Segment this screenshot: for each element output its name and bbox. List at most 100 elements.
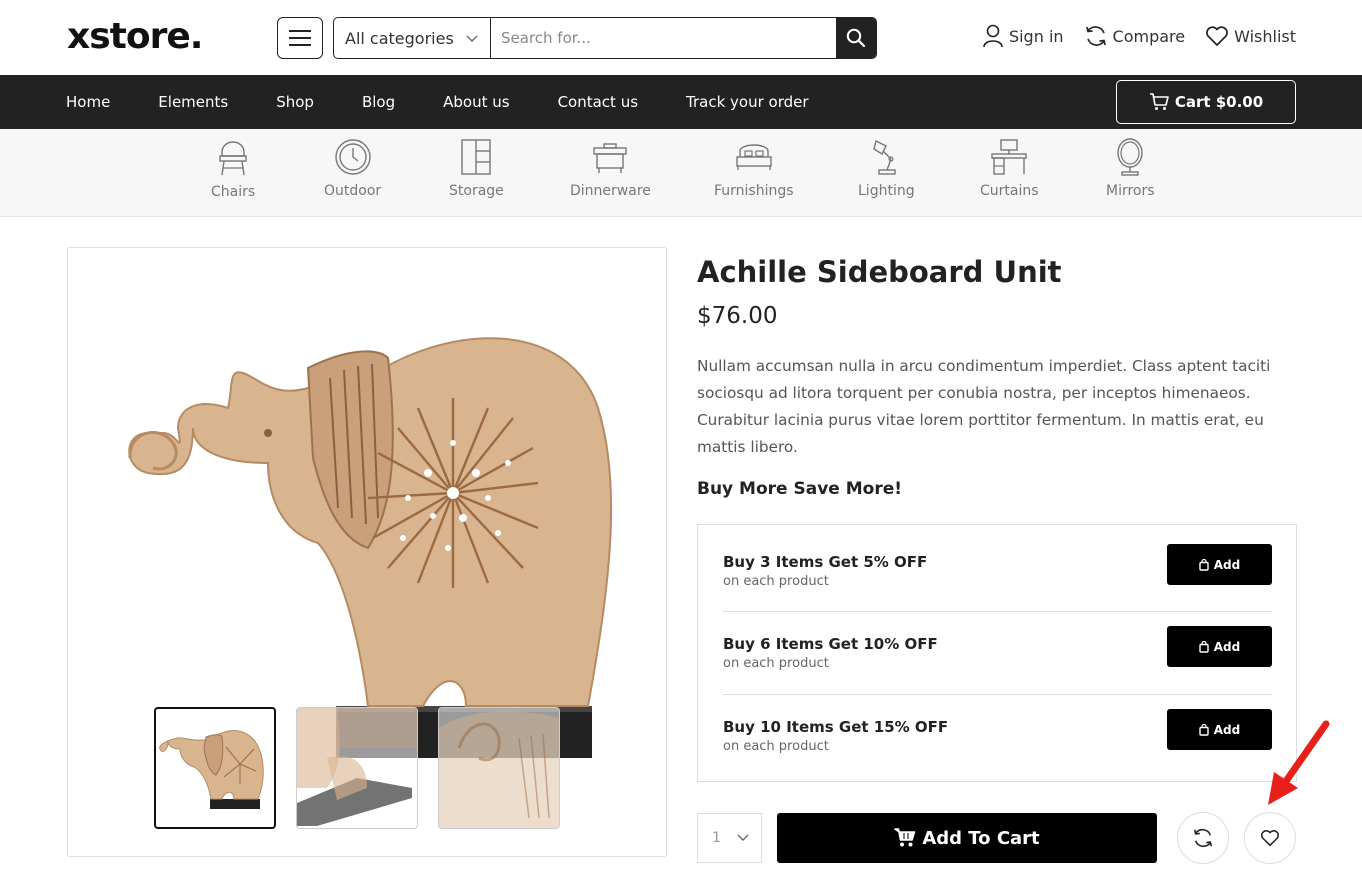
main-nav: Home Elements Shop Blog About us Contact… [0,75,1362,129]
chair-icon [219,141,247,176]
heart-icon [1206,26,1228,46]
red-arrow-annotation-icon [1268,720,1330,805]
bag-icon [1199,723,1209,736]
signin-label: Sign in [1008,26,1064,46]
thumbnail-image [297,708,417,826]
category-lighting[interactable]: Lighting [858,137,915,199]
category-curtains[interactable]: Curtains [980,137,1039,199]
cabinet-icon [461,139,492,175]
bag-icon [1199,640,1209,653]
compare-label: Compare [1112,26,1186,46]
category-curtains-label: Curtains [980,183,1039,199]
product-description: Nullam accumsan nulla in arcu condimentu… [697,357,1271,456]
category-chairs-label: Chairs [211,184,256,200]
category-outdoor[interactable]: Outdoor [324,137,381,199]
category-outdoor-label: Outdoor [324,183,382,199]
offer-title: Buy 10 Items Get 15% OFF [723,718,949,736]
search-button[interactable] [836,18,876,58]
divider [723,694,1272,695]
buy-more-title: Buy More Save More! [697,479,902,499]
nav-blog[interactable]: Blog [362,93,395,111]
category-dinnerware-label: Dinnerware [570,183,651,199]
cart-button[interactable]: Cart $0.00 [1116,80,1296,124]
thumbnail-2[interactable] [296,707,418,829]
offer-subtitle: on each product [723,574,829,589]
offer-row: Buy 6 Items Get 10% OFF on each product … [723,626,1272,717]
menu-icon [289,30,311,46]
mirror-icon [1117,138,1143,176]
thumbnail-3[interactable] [438,707,560,829]
header-links: Sign in Compare Wishlist [982,24,1296,48]
category-mirrors-label: Mirrors [1106,183,1155,199]
category-furnishings[interactable]: Furnishings [714,137,794,199]
nav-elements[interactable]: Elements [158,93,228,111]
search-input[interactable] [491,18,836,58]
thumbnail-1[interactable] [154,707,276,829]
thumbnail-list [154,707,560,829]
product-price: $76.00 [697,303,778,329]
clock-icon [334,139,371,175]
nav-track-order[interactable]: Track your order [686,93,809,111]
offer-title: Buy 3 Items Get 5% OFF [723,553,928,571]
desk-icon [991,139,1027,175]
nav-home[interactable]: Home [66,93,110,111]
add-to-cart-label: Add To Cart [922,827,1040,849]
cart-icon [894,828,916,847]
site-header: xstore. All categories Search for... Sig… [0,0,1362,75]
lamp-icon [873,139,896,175]
chevron-down-icon [737,834,749,841]
quantity-value: 1 [712,830,721,846]
add-to-cart-button[interactable]: Add To Cart [777,813,1157,863]
nav-shop[interactable]: Shop [276,93,314,111]
category-select[interactable]: All categories [334,18,491,58]
cart-icon [1149,93,1169,110]
nav-about-us[interactable]: About us [443,93,509,111]
offer-subtitle: on each product [723,656,829,671]
category-storage-label: Storage [449,183,504,199]
compare-link[interactable]: Compare [1084,24,1186,48]
product-title: Achille Sideboard Unit [697,255,1062,289]
category-storage[interactable]: Storage [449,137,504,199]
cart-label: Cart $0.00 [1174,93,1264,111]
category-dinnerware[interactable]: Dinnerware [570,137,651,199]
offer-add-label: Add [1213,639,1241,654]
offer-add-button[interactable]: Add [1167,626,1272,667]
offer-title: Buy 6 Items Get 10% OFF [723,635,938,653]
wishlist-label: Wishlist [1234,26,1296,46]
thumbnail-image [159,730,264,809]
compare-button[interactable] [1177,812,1229,864]
bag-icon [1199,558,1209,571]
thumbnail-image [439,711,559,828]
product-gallery [67,247,667,857]
category-strip: Chairs Outdoor Storage Dinnerware Furnis… [0,129,1362,217]
search-icon [846,28,866,48]
bulk-offers: Buy 3 Items Get 5% OFF on each product A… [697,524,1297,782]
category-chairs[interactable]: Chairs [211,138,255,200]
signin-link[interactable]: Sign in [982,24,1064,48]
user-icon [983,24,1003,48]
menu-button[interactable] [277,17,323,59]
nav-contact-us[interactable]: Contact us [558,93,638,111]
search-bar: All categories [333,17,877,59]
offer-row: Buy 3 Items Get 5% OFF on each product A… [723,544,1272,635]
category-select-value: All categories [345,28,454,48]
divider [723,611,1272,612]
category-furnishings-label: Furnishings [714,183,794,199]
category-lighting-label: Lighting [858,183,915,199]
offer-row: Buy 10 Items Get 15% OFF on each product… [723,709,1272,800]
offer-add-button[interactable]: Add [1167,709,1272,750]
chevron-down-icon [466,35,478,42]
offer-add-button[interactable]: Add [1167,544,1272,585]
compare-icon [1193,829,1213,847]
site-logo[interactable]: xstore. [67,16,203,57]
offer-add-label: Add [1213,722,1241,737]
heart-icon [1261,830,1279,847]
wishlist-button[interactable] [1244,812,1296,864]
offer-subtitle: on each product [723,739,829,754]
wishlist-link[interactable]: Wishlist [1205,24,1296,48]
compare-icon [1085,26,1106,46]
quantity-select[interactable]: 1 [697,813,762,863]
bed-icon [736,144,772,170]
product-info: Achille Sideboard Unit $76.00 Nullam acc… [697,255,1297,499]
category-mirrors[interactable]: Mirrors [1106,137,1155,199]
